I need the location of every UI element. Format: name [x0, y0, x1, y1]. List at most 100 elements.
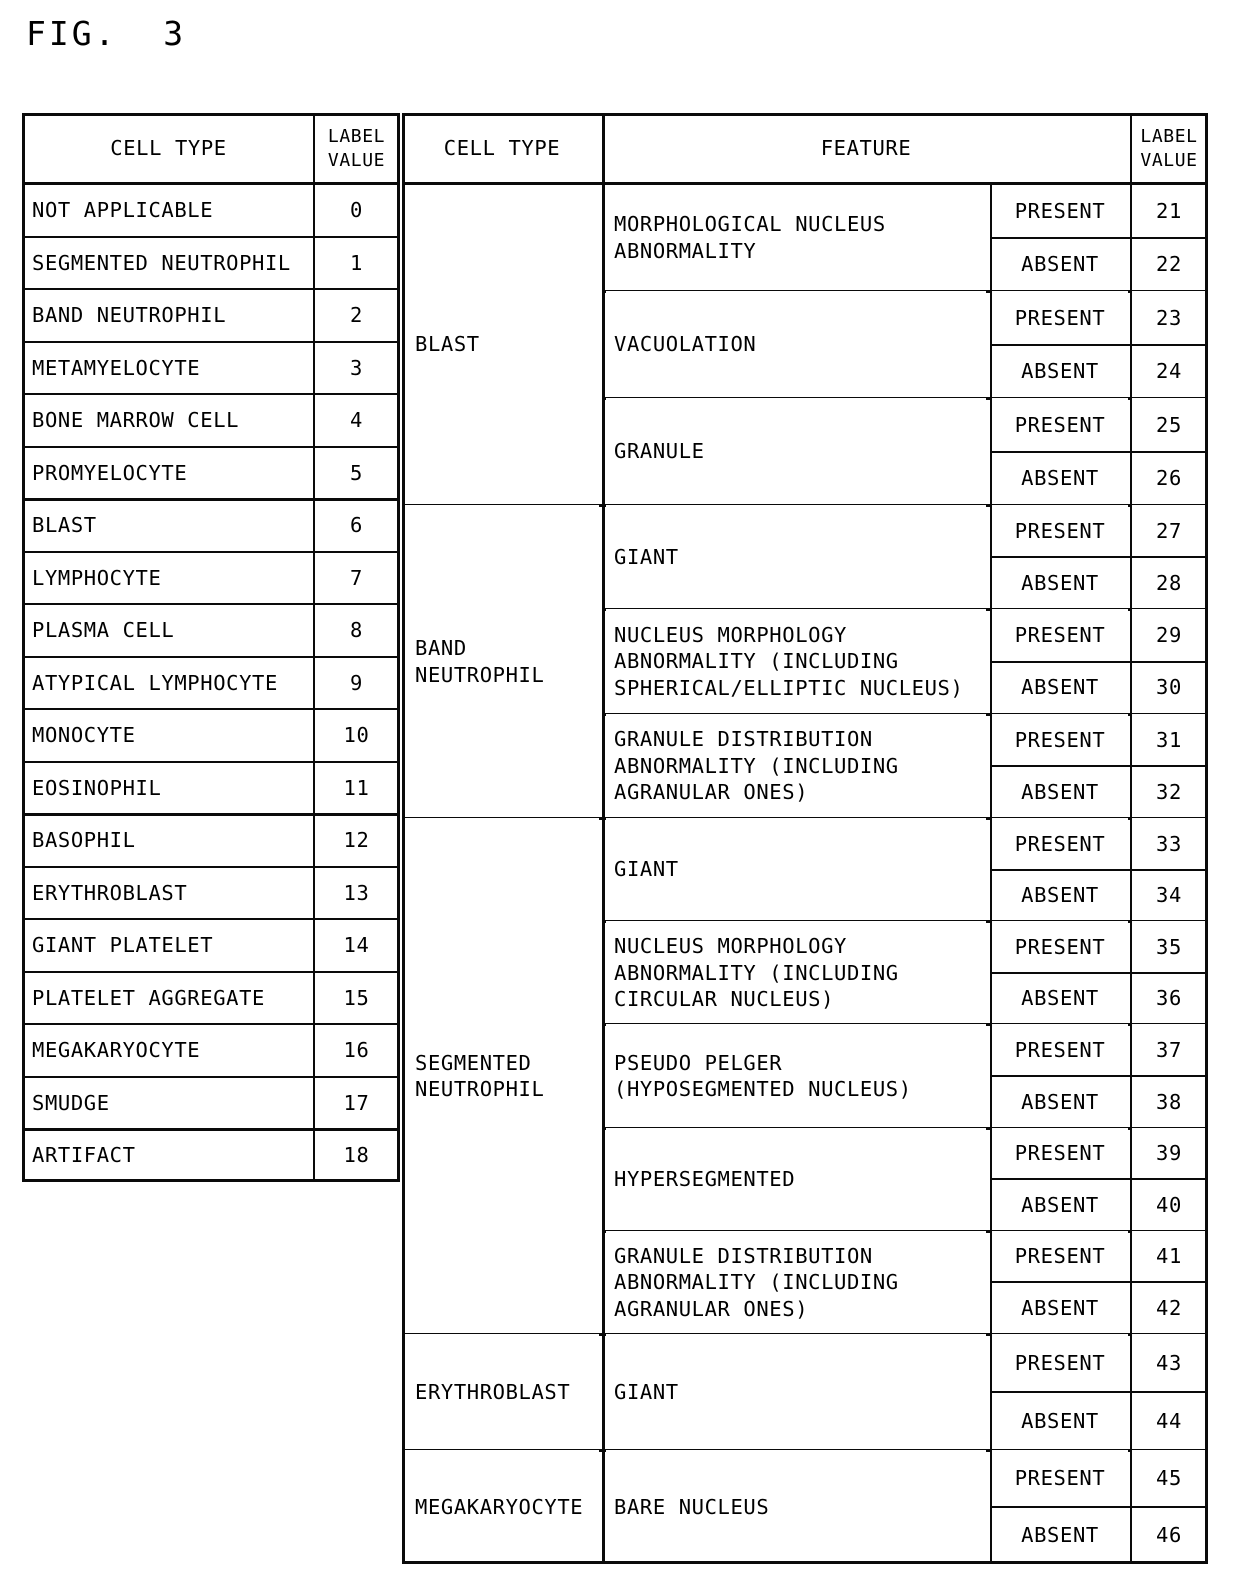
table-rule-vertical	[990, 184, 992, 1564]
right-state-present-text: PRESENT	[1014, 1466, 1106, 1491]
right-present-label-value: 21	[1132, 184, 1206, 238]
left-row-label-value: 17	[315, 1076, 398, 1129]
right-state-absent: ABSENT	[992, 765, 1128, 818]
right-state-absent-text: ABSENT	[1021, 986, 1099, 1011]
left-row-label-value-text: 4	[350, 408, 363, 433]
right-state-absent-text: ABSENT	[1021, 779, 1099, 804]
right-state-absent: ABSENT	[992, 237, 1128, 291]
right-group-cell-type: BLAST	[405, 184, 599, 505]
right-absent-label-value-text: 38	[1156, 1089, 1182, 1114]
table-rule-horizontal	[22, 656, 400, 658]
left-row-label-value: 16	[315, 1024, 398, 1077]
right-feature-name: VACUOLATION	[606, 291, 986, 398]
right-absent-label-value-text: 26	[1156, 466, 1182, 491]
left-row-cell-type: ARTIFACT	[24, 1129, 311, 1182]
table-rule-horizontal	[22, 1076, 400, 1078]
right-state-absent-text: ABSENT	[1021, 675, 1099, 700]
left-row-cell-type: PLATELET AGGREGATE	[24, 971, 311, 1024]
right-group-cell-type-text: BLAST	[415, 332, 480, 357]
right-absent-label-value: 22	[1132, 237, 1206, 291]
left-row-label-value: 5	[315, 446, 398, 499]
right-absent-label-value-text: 34	[1156, 883, 1182, 908]
left-row-label-value-text: 17	[343, 1090, 370, 1115]
right-state-present-text: PRESENT	[1014, 1141, 1106, 1166]
left-row-cell-type-text: PLASMA CELL	[32, 618, 175, 643]
left-row-cell-type-text: ATYPICAL LYMPHOCYTE	[32, 670, 278, 695]
table-rule-vertical	[1205, 113, 1208, 1564]
table-rule-horizontal	[22, 761, 400, 763]
table-rule-horizontal	[402, 182, 1208, 185]
left-row-cell-type-text: SMUDGE	[32, 1090, 110, 1115]
right-feature-name-text: PSEUDO PELGER (HYPOSEGMENTED NUCLEUS)	[614, 1050, 912, 1101]
right-header-cell-type-text: CELL TYPE	[443, 136, 561, 161]
left-row-cell-type-text: ARTIFACT	[32, 1143, 136, 1168]
left-row-label-value: 12	[315, 814, 398, 867]
right-absent-label-value-text: 40	[1156, 1192, 1182, 1217]
right-feature-name: GIANT	[606, 505, 986, 610]
left-row-cell-type: BAND NEUTROPHIL	[24, 289, 311, 342]
left-row-cell-type-text: BASOPHIL	[32, 828, 136, 853]
left-row-cell-type: NOT APPLICABLE	[24, 184, 311, 237]
table-rule-horizontal	[990, 765, 1208, 767]
right-state-present-text: PRESENT	[1014, 1350, 1106, 1375]
left-row-label-value: 7	[315, 551, 398, 604]
right-feature-name: GRANULE DISTRIBUTION ABNORMALITY (INCLUD…	[606, 1230, 986, 1334]
right-feature-name: GIANT	[606, 1334, 986, 1450]
right-absent-label-value-text: 28	[1156, 571, 1182, 596]
right-state-absent-text: ABSENT	[1021, 883, 1099, 908]
table-rule-horizontal	[990, 556, 1208, 558]
left-row-label-value: 15	[315, 971, 398, 1024]
right-state-present: PRESENT	[992, 184, 1128, 238]
right-present-label-value-text: 41	[1156, 1244, 1182, 1269]
right-feature-name-text: NUCLEUS MORPHOLOGY ABNORMALITY (INCLUDIN…	[614, 934, 899, 1011]
table-rule-horizontal	[22, 918, 400, 920]
left-row-label-value-text: 16	[343, 1038, 370, 1063]
left-row-cell-type: LYMPHOCYTE	[24, 551, 311, 604]
right-state-present-text: PRESENT	[1014, 518, 1106, 543]
left-row-label-value: 8	[315, 604, 398, 657]
left-row-cell-type: ATYPICAL LYMPHOCYTE	[24, 656, 311, 709]
left-row-label-value: 18	[315, 1129, 398, 1182]
left-row-label-value-text: 14	[343, 933, 370, 958]
left-row-cell-type-text: SEGMENTED NEUTROPHIL	[32, 250, 291, 275]
table-rule-horizontal	[22, 971, 400, 973]
right-feature-name-text: GIANT	[614, 857, 679, 882]
right-feature-name-text: GRANULE DISTRIBUTION ABNORMALITY (INCLUD…	[614, 1244, 899, 1321]
right-present-label-value-text: 37	[1156, 1038, 1182, 1063]
right-present-label-value-text: 35	[1156, 934, 1182, 959]
left-row-cell-type-text: EOSINOPHIL	[32, 775, 162, 800]
right-feature-name: NUCLEUS MORPHOLOGY ABNORMALITY (INCLUDIN…	[606, 921, 986, 1025]
right-state-absent-text: ABSENT	[1021, 1089, 1099, 1114]
right-state-present-text: PRESENT	[1014, 1244, 1106, 1269]
cell-type-label-table: CELL TYPE LABEL VALUE NOT APPLICABLE 0 SEGME…	[22, 113, 400, 1182]
right-present-label-value: 33	[1132, 818, 1206, 870]
right-present-label-value-text: 23	[1156, 305, 1182, 330]
table-rule-horizontal	[22, 113, 400, 116]
left-row-cell-type: SMUDGE	[24, 1076, 311, 1129]
right-state-absent: ABSENT	[992, 972, 1128, 1025]
left-row-cell-type: SEGMENTED NEUTROPHIL	[24, 236, 311, 289]
table-rule-vertical	[402, 113, 405, 1564]
table-rule-horizontal	[990, 1281, 1208, 1283]
left-row-label-value: 3	[315, 341, 398, 394]
right-absent-label-value-text: 24	[1156, 359, 1182, 384]
right-feature-name: GRANULE	[606, 398, 986, 505]
table-rule-horizontal	[22, 393, 400, 395]
right-state-present-text: PRESENT	[1014, 831, 1106, 856]
left-row-cell-type-text: NOT APPLICABLE	[32, 198, 214, 223]
table-rule-vertical	[1130, 113, 1132, 1564]
left-row-label-value-text: 8	[350, 618, 363, 643]
right-state-absent: ABSENT	[992, 661, 1128, 714]
left-row-cell-type: BASOPHIL	[24, 814, 311, 867]
right-present-label-value-text: 25	[1156, 412, 1182, 437]
table-rule-horizontal	[22, 236, 400, 238]
right-feature-name-text: HYPERSEGMENTED	[614, 1167, 796, 1192]
right-state-absent: ABSENT	[992, 869, 1128, 922]
figure-container: FIG. 3 CELL TYPE LABEL VALUE NOT APPLICABL…	[0, 0, 1240, 1587]
left-row-label-value: 13	[315, 866, 398, 919]
right-absent-label-value: 28	[1132, 557, 1206, 610]
left-row-label-value: 0	[315, 184, 398, 237]
right-feature-name: GRANULE DISTRIBUTION ABNORMALITY (INCLUD…	[606, 713, 986, 818]
table-rule-horizontal	[22, 603, 400, 605]
right-state-absent-text: ABSENT	[1021, 466, 1099, 491]
